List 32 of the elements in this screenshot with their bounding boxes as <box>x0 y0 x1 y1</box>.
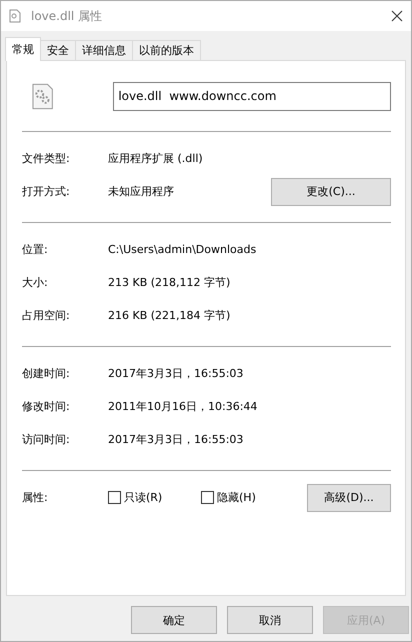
change-button[interactable]: 更改(C)... <box>271 178 391 206</box>
field-label: 大小: <box>22 275 49 290</box>
field-label: 访问时间: <box>22 432 71 447</box>
field-label: 打开方式: <box>22 184 71 199</box>
field-label: 位置: <box>22 242 49 257</box>
dialog-button[interactable]: 取消 <box>227 606 313 634</box>
field-value: 2017年3月3日，16:55:03 <box>108 366 244 381</box>
name-field[interactable]: love.dll www.downcc.com <box>113 82 391 110</box>
settings-file-icon <box>32 82 54 110</box>
tab[interactable]: 以前的版本 <box>132 40 201 60</box>
dialog-button[interactable]: 确定 <box>131 606 217 634</box>
field-value: 2011年10月16日，10:36:44 <box>108 399 258 414</box>
field-label: 创建时间: <box>22 366 71 381</box>
advanced-button[interactable]: 高级(D)... <box>307 484 391 512</box>
field-value: C:\Users\admin\Downloads <box>108 243 258 256</box>
field-value: 2017年3月3日，16:55:03 <box>108 432 244 447</box>
field-value: 216 KB (221,184 字节) <box>108 308 232 323</box>
checkbox[interactable] <box>201 491 214 504</box>
file-icon <box>9 9 21 23</box>
field-value: 应用程序扩展 (.dll) <box>108 151 204 166</box>
tab[interactable]: 常规 <box>5 37 41 61</box>
window-title: love.dll 属性 <box>31 8 104 24</box>
checkbox-label: 只读(R) <box>124 490 162 505</box>
close-icon[interactable] <box>391 10 403 22</box>
field-label: 属性: <box>22 490 49 505</box>
checkbox-label: 隐藏(H) <box>217 490 256 505</box>
field-value: 213 KB (218,112 字节) <box>108 275 232 290</box>
field-label: 占用空间: <box>22 308 71 323</box>
field-value: 未知应用程序 <box>108 184 175 199</box>
field-label: 修改时间: <box>22 399 71 414</box>
checkbox[interactable] <box>108 491 121 504</box>
field-label: 文件类型: <box>22 151 71 166</box>
